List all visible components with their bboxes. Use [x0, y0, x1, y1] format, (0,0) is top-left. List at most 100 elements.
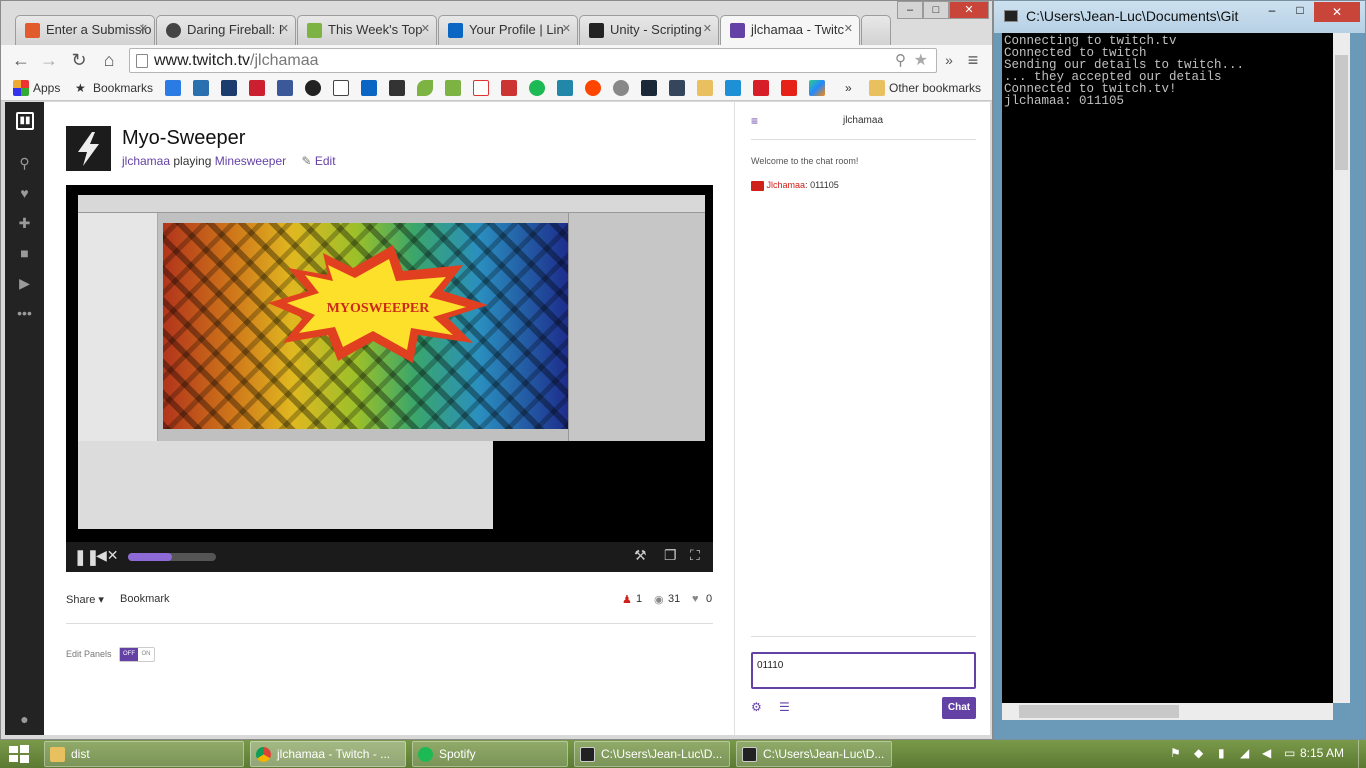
volume-icon[interactable]: ◀: [1262, 746, 1271, 760]
wrench-icon[interactable]: ⚒: [634, 547, 647, 564]
minimize-button[interactable]: –: [1258, 3, 1286, 21]
maximize-button[interactable]: □: [1286, 3, 1314, 21]
reload-icon[interactable]: ↻: [67, 49, 91, 71]
edit-link[interactable]: Edit: [315, 154, 336, 168]
stream-video[interactable]: MYOSWEEPER: [78, 195, 705, 441]
channel-link[interactable]: jlchamaa: [122, 154, 170, 168]
close-icon[interactable]: ✕: [703, 22, 712, 35]
forward-arrow-icon[interactable]: →: [37, 49, 61, 71]
bookmark-link[interactable]: Bookmark: [120, 593, 170, 605]
gear-icon[interactable]: ⚙: [751, 700, 762, 714]
videos-icon[interactable]: ▶: [16, 275, 33, 292]
close-icon[interactable]: ✕: [280, 22, 289, 35]
volume-mute-icon[interactable]: ◀✕: [96, 547, 119, 564]
search-icon[interactable]: ⚲: [895, 49, 906, 72]
lh-icon[interactable]: [445, 80, 461, 96]
tab-unity[interactable]: Unity - Scripting ✕: [579, 15, 719, 45]
address-bar[interactable]: www.twitch.tv/jlchamaa ⚲ ★: [129, 48, 937, 73]
close-icon[interactable]: ✕: [139, 22, 148, 35]
show-desktop-button[interactable]: [1358, 740, 1366, 768]
github-icon[interactable]: [305, 80, 321, 96]
home-icon[interactable]: ⌂: [97, 49, 121, 71]
user-icon[interactable]: ●: [16, 711, 33, 728]
popout-icon[interactable]: ❐: [664, 547, 677, 564]
chat-send-button[interactable]: Chat: [942, 697, 976, 719]
battery-icon[interactable]: ▭: [1284, 746, 1295, 760]
leaf-icon[interactable]: [417, 80, 433, 96]
new-tab-button[interactable]: [861, 15, 891, 45]
close-icon[interactable]: ✕: [844, 22, 853, 35]
play-icon[interactable]: [809, 80, 825, 96]
fullscreen-icon[interactable]: ⛶: [690, 547, 700, 564]
more-icon[interactable]: •••: [16, 305, 33, 322]
vertical-scrollbar[interactable]: [1333, 33, 1350, 703]
bookmark-other[interactable]: Other bookmarks: [889, 80, 981, 96]
close-icon[interactable]: ✕: [421, 22, 430, 35]
scrollbar-thumb[interactable]: [1335, 55, 1348, 170]
horizontal-scrollbar[interactable]: [1002, 703, 1333, 720]
taskbar-item-dist[interactable]: dist: [44, 741, 244, 767]
share-link[interactable]: Share ▾: [66, 593, 104, 606]
tab-top[interactable]: This Week's Top ✕: [297, 15, 437, 45]
ucla-icon[interactable]: [193, 80, 209, 96]
wf-icon[interactable]: [753, 80, 769, 96]
game-link[interactable]: Minesweeper: [215, 154, 286, 168]
flag-icon[interactable]: ⚑: [1170, 746, 1181, 760]
back-arrow-icon[interactable]: ←: [9, 49, 33, 71]
espn-icon[interactable]: [249, 80, 265, 96]
maximize-button[interactable]: □: [923, 1, 949, 19]
video-camera-icon[interactable]: ■: [16, 245, 33, 262]
reddit-alien-icon[interactable]: [585, 80, 601, 96]
taskbar-item-console-2[interactable]: C:\Users\Jean-Luc\D...: [736, 741, 892, 767]
scrollbar-thumb[interactable]: [1019, 705, 1179, 718]
video-player[interactable]: MYOSWEEPER ❚❚ ◀✕ ⚒ ❐ ⛶: [66, 185, 713, 572]
avatar[interactable]: [66, 126, 111, 171]
windows-start-icon[interactable]: [8, 744, 30, 764]
viewer-list-icon[interactable]: ☰: [779, 700, 790, 714]
bookmark-apps[interactable]: Apps: [33, 80, 60, 96]
chat-input[interactable]: 01110: [751, 652, 976, 689]
twitch-logo-icon[interactable]: ▮▮: [16, 112, 34, 130]
dropbox-icon[interactable]: ◆: [1194, 746, 1203, 760]
facebook-icon[interactable]: [277, 80, 293, 96]
bookmark-bookmarks[interactable]: Bookmarks: [93, 80, 153, 96]
folder-icon[interactable]: [697, 80, 713, 96]
tab-twitch[interactable]: jlchamaa - Twitc ✕: [720, 15, 860, 45]
taskbar-item-chrome[interactable]: jlchamaa - Twitch - ...: [250, 741, 406, 767]
bookmarks-overflow[interactable]: »: [845, 80, 852, 96]
volume-slider[interactable]: [128, 553, 216, 561]
taskbar-item-spotify[interactable]: Spotify: [412, 741, 568, 767]
p-icon[interactable]: [557, 80, 573, 96]
steam-icon[interactable]: [641, 80, 657, 96]
menu-icon[interactable]: ≡: [961, 49, 985, 71]
taskbar-item-console-1[interactable]: C:\Users\Jean-Luc\D...: [574, 741, 730, 767]
star-icon[interactable]: ★: [914, 49, 928, 72]
search-icon[interactable]: ⚲: [16, 155, 33, 172]
close-icon[interactable]: ✕: [562, 22, 571, 35]
tab-submission[interactable]: Enter a Submissio ✕: [15, 15, 155, 45]
tumblr-icon[interactable]: [669, 80, 685, 96]
tab-linkedin[interactable]: Your Profile | Lin ✕: [438, 15, 578, 45]
gamepad-icon[interactable]: ✚: [16, 215, 33, 232]
close-window-button[interactable]: ✕: [949, 1, 989, 19]
extensions-overflow-icon[interactable]: »: [937, 49, 961, 71]
gmail-icon[interactable]: [473, 80, 489, 96]
heart-icon[interactable]: ♥: [16, 185, 33, 202]
v-icon[interactable]: [725, 80, 741, 96]
dropbox-icon[interactable]: [165, 80, 181, 96]
wifi-icon[interactable]: ◢: [1240, 746, 1249, 760]
nba-icon[interactable]: [501, 80, 517, 96]
youtube-icon[interactable]: [781, 80, 797, 96]
edit-panels-toggle[interactable]: OFF ON: [119, 647, 155, 662]
spotify-icon[interactable]: [529, 80, 545, 96]
d-icon[interactable]: [221, 80, 237, 96]
taskbar-clock[interactable]: 8:15 AM: [1300, 746, 1344, 760]
close-window-button[interactable]: ✕: [1314, 2, 1360, 22]
reddit-icon[interactable]: [613, 80, 629, 96]
network-icon[interactable]: ▮: [1218, 746, 1225, 760]
minimize-button[interactable]: –: [897, 1, 923, 19]
linkedin-icon[interactable]: [361, 80, 377, 96]
ifl-icon[interactable]: [389, 80, 405, 96]
chat-username[interactable]: Jlchamaa: [767, 180, 806, 190]
tab-daring-fireball[interactable]: Daring Fireball: I ✕: [156, 15, 296, 45]
